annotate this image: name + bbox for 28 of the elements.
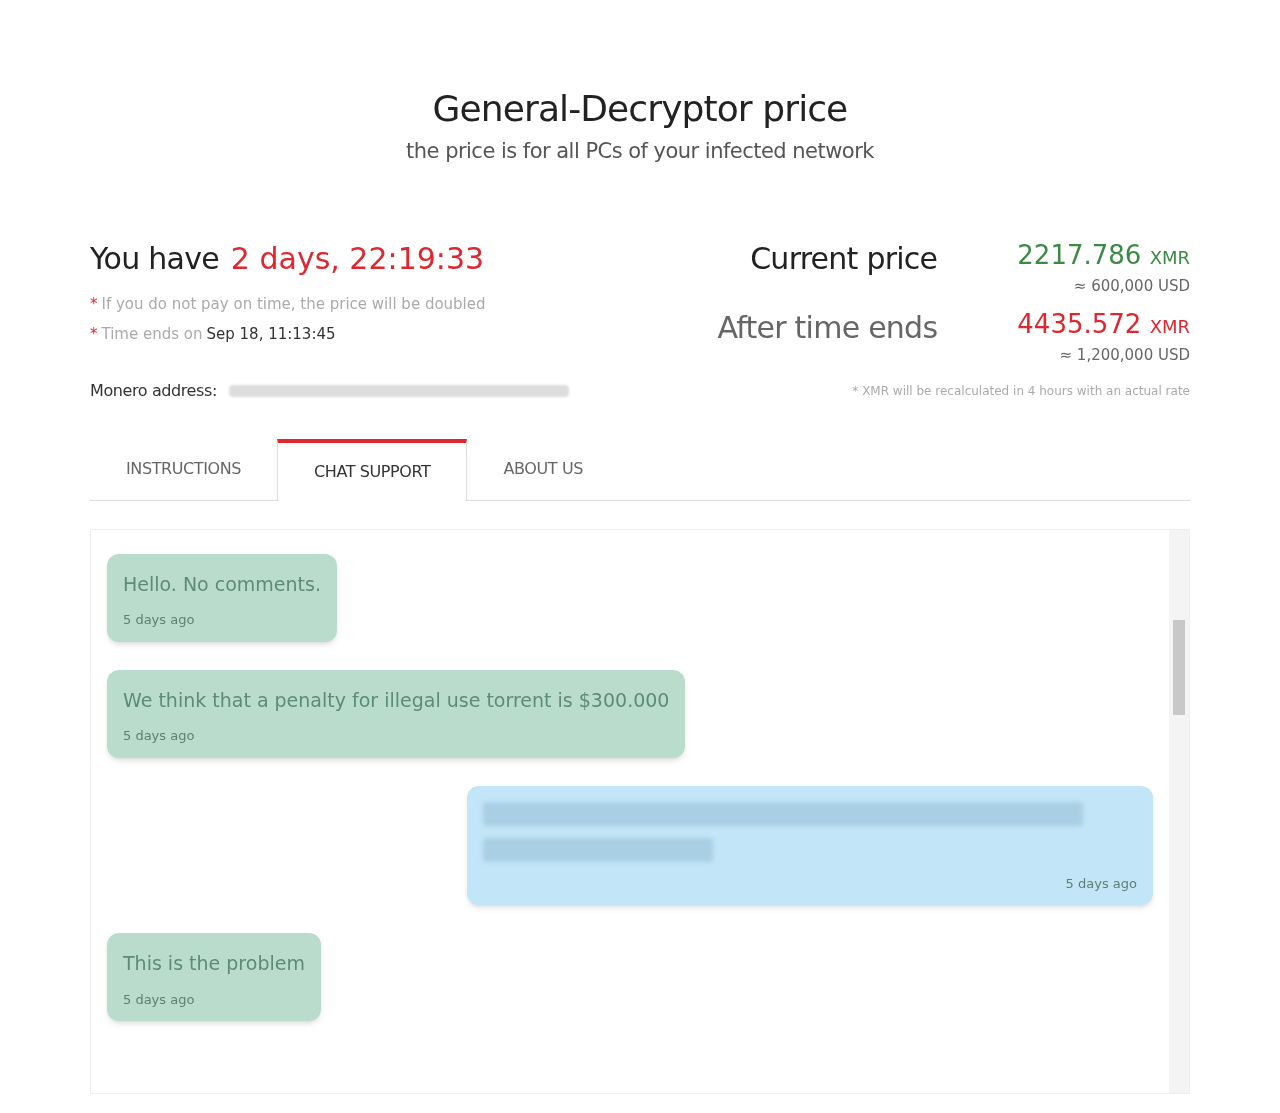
usd-amount: ≈ 1,200,000 USD [1059, 345, 1190, 366]
asterisk: * [90, 324, 98, 345]
note-text: If you do not pay on time, the price will be doubled [101, 293, 486, 315]
message-text: Hello. No comments. [123, 571, 321, 597]
tab[interactable]: ABOUT US [467, 437, 619, 500]
asterisk: * [90, 293, 98, 315]
xmr-amount: 2217.786 XMR [1017, 238, 1190, 272]
scrollbar[interactable] [1169, 529, 1189, 1093]
note-text: Time ends on [101, 324, 203, 345]
end-time: Sep 18, 11:13:45 [206, 324, 336, 345]
page-subtitle: the price is for all PCs of your infected network [406, 138, 874, 165]
price-label: Current price [749, 239, 938, 278]
page-title: General-Decryptor price [432, 87, 848, 131]
message-text: We think that a penalty for illegal use torrent is $300.000 [123, 687, 670, 713]
message-text: This is the problem [123, 951, 305, 976]
tab[interactable]: CHAT SUPPORT [277, 438, 468, 501]
xmr-amount: 4435.572 XMR [1017, 308, 1190, 341]
countdown: 2 days, 22:19:33 [230, 239, 485, 278]
price-label: After time ends [717, 309, 938, 347]
message-time: 5 days ago [123, 990, 196, 1009]
message-time: 5 days ago [1065, 874, 1137, 893]
message-time: 5 days ago [123, 611, 196, 629]
usd-amount: ≈ 600,000 USD [1073, 275, 1190, 297]
message-time: 5 days ago [123, 727, 196, 745]
rate-note: * XMR will be recalculated in 4 hours with an actual rate [852, 382, 1190, 400]
tab[interactable]: INSTRUCTIONS [90, 437, 278, 500]
address-label: Monero address: [90, 379, 217, 402]
timer-label: You have [90, 239, 219, 278]
